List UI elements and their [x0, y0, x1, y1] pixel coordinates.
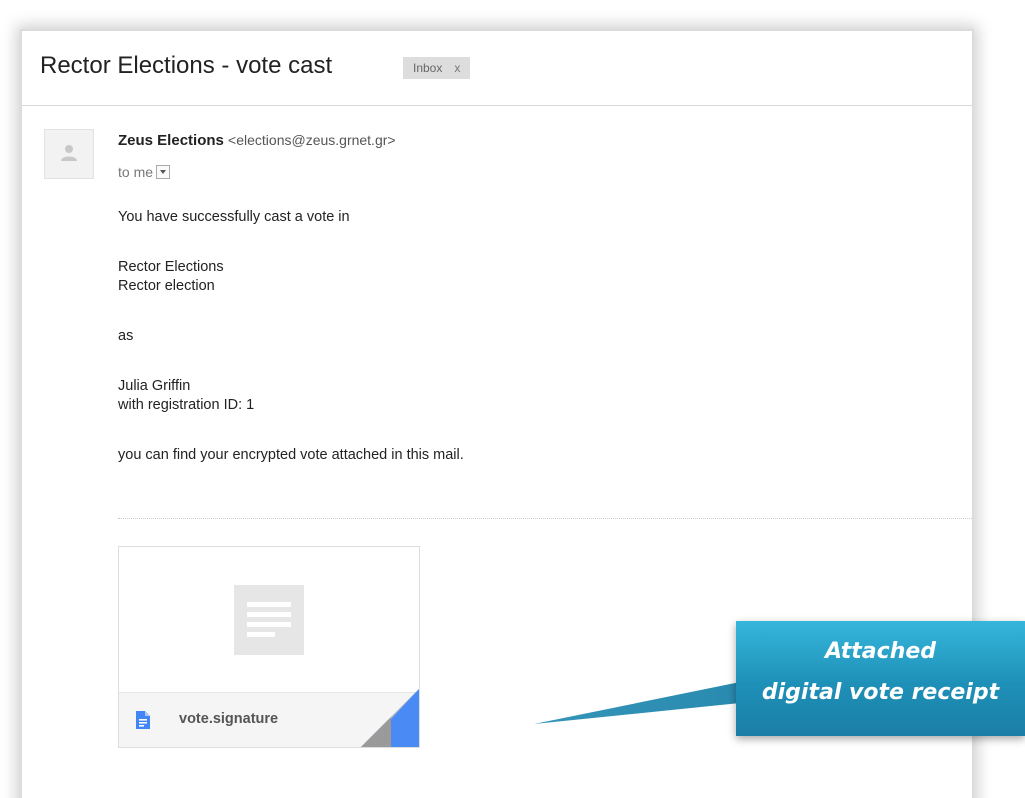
screenshot-stage: Rector Elections - vote cast Inbox x Zeus…: [0, 0, 1025, 798]
callout-box: Attached digital vote receipt: [736, 621, 1025, 736]
callout-line-2: digital vote receipt: [761, 680, 1000, 705]
callout-line-1: Attached: [824, 639, 937, 664]
